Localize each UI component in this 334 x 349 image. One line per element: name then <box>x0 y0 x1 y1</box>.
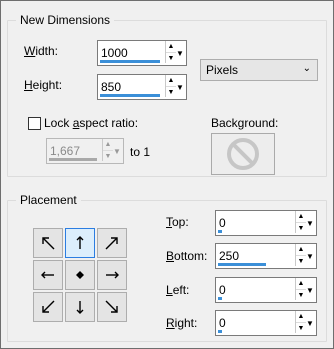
top-dropdown-button[interactable]: ▼ <box>305 212 315 234</box>
left-slider-bar[interactable] <box>218 297 222 300</box>
height-label: Height: <box>24 78 63 92</box>
bottom-slider-bar[interactable] <box>218 263 266 266</box>
right-field[interactable]: 0 ▲ ▼ ▼ <box>215 310 317 336</box>
right-label: Right: <box>166 316 198 330</box>
anchor-bottom-left-button[interactable] <box>33 292 63 322</box>
lock-aspect-checkbox[interactable] <box>28 117 41 130</box>
anchor-bottom-button[interactable] <box>65 292 95 322</box>
bottom-field[interactable]: 250 ▲ ▼ ▼ <box>215 243 317 269</box>
new-dimensions-title: New Dimensions <box>16 13 115 27</box>
arrow-left-icon <box>41 271 54 279</box>
width-slider-bar[interactable] <box>100 60 160 63</box>
arrow-down-left-icon <box>42 300 55 313</box>
height-field[interactable]: 850 ▲ ▼ ▼ <box>97 74 187 100</box>
arrow-up-right-icon <box>105 237 118 250</box>
right-slider-bar[interactable] <box>218 330 222 333</box>
arrow-down-right-icon <box>105 300 118 313</box>
anchor-top-left-button[interactable] <box>33 228 63 258</box>
aspect-ratio-value: 1,667 <box>50 144 81 158</box>
bottom-label: Bottom: <box>166 249 208 263</box>
chevron-down-icon: ⌄ <box>302 63 311 74</box>
units-value: Pixels <box>206 63 239 77</box>
background-swatch[interactable] <box>211 133 275 175</box>
background-label: Background: <box>211 116 279 130</box>
arrow-right-icon <box>106 271 119 279</box>
height-slider-bar[interactable] <box>100 94 160 97</box>
left-field[interactable]: 0 ▲ ▼ ▼ <box>215 277 317 303</box>
height-value: 850 <box>101 80 122 94</box>
left-label: Left: <box>166 283 190 297</box>
units-select[interactable]: Pixels ⌄ <box>200 59 318 81</box>
top-field[interactable]: 0 ▲ ▼ ▼ <box>215 210 317 236</box>
aspect-ratio-field[interactable]: 1,667 ▲ ▼ ▼ <box>46 138 124 164</box>
no-symbol-icon <box>227 138 259 170</box>
anchor-top-right-button[interactable] <box>97 228 127 258</box>
center-dot-icon <box>76 271 84 279</box>
width-label: Width: <box>24 44 59 58</box>
top-value: 0 <box>219 216 226 230</box>
width-value: 1000 <box>101 46 128 60</box>
aspect-suffix: to 1 <box>130 145 151 159</box>
anchor-bottom-right-button[interactable] <box>97 292 127 322</box>
lock-aspect-label[interactable]: Lock aspect ratio: <box>44 116 138 130</box>
anchor-left-button[interactable] <box>33 260 63 290</box>
width-dropdown-button[interactable]: ▼ <box>175 42 185 64</box>
right-dropdown-button[interactable]: ▼ <box>305 312 315 334</box>
anchor-center-button[interactable] <box>65 260 95 290</box>
arrow-down-icon <box>76 301 84 314</box>
top-label: Top: <box>166 215 189 229</box>
left-dropdown-button[interactable]: ▼ <box>305 279 315 301</box>
left-value: 0 <box>219 283 226 297</box>
anchor-top-button[interactable] <box>65 228 95 258</box>
aspect-slider-bar <box>49 158 97 161</box>
bottom-value: 250 <box>219 249 240 263</box>
bottom-dropdown-button[interactable]: ▼ <box>305 245 315 267</box>
placement-title: Placement <box>16 193 81 207</box>
height-dropdown-button[interactable]: ▼ <box>175 76 185 98</box>
arrow-up-left-icon <box>42 237 55 250</box>
top-slider-bar[interactable] <box>218 230 222 233</box>
anchor-right-button[interactable] <box>97 260 127 290</box>
right-value: 0 <box>219 316 226 330</box>
aspect-dropdown-button[interactable]: ▼ <box>112 140 122 162</box>
arrow-up-icon <box>76 236 84 249</box>
width-field[interactable]: 1000 ▲ ▼ ▼ <box>97 40 187 66</box>
